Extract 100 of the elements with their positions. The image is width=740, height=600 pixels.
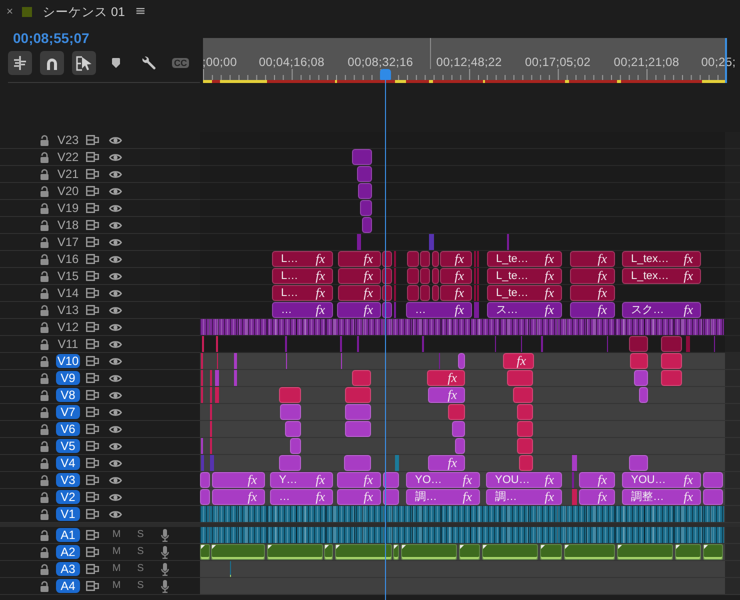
clip[interactable]: fx (570, 251, 615, 267)
clip[interactable]: fx (440, 268, 472, 284)
clip[interactable] (215, 387, 219, 403)
clip[interactable]: fx (212, 472, 265, 488)
clip[interactable]: L_te… fx (487, 285, 562, 301)
lined-box-icon[interactable] (86, 492, 99, 502)
track-label[interactable]: V20 (56, 184, 80, 198)
clip[interactable] (564, 544, 615, 560)
eye-icon[interactable] (109, 322, 122, 332)
clip[interactable]: YOU… fx (486, 472, 562, 488)
eye-icon[interactable] (109, 170, 122, 178)
lined-box-icon[interactable] (86, 475, 99, 485)
clip[interactable] (401, 544, 457, 560)
clip[interactable] (279, 387, 301, 403)
clip[interactable] (517, 404, 533, 420)
clip[interactable] (420, 268, 430, 284)
clip[interactable] (290, 438, 301, 454)
clip[interactable] (358, 183, 372, 199)
clip[interactable]: fx (570, 302, 615, 318)
lock-icon[interactable] (40, 458, 49, 468)
clip[interactable]: fx (338, 285, 381, 301)
mute-button[interactable]: M (112, 580, 121, 592)
clip[interactable]: … fx (406, 302, 472, 318)
clip[interactable]: 調… fx (406, 489, 480, 505)
solo-button[interactable]: S (136, 529, 145, 541)
track-label[interactable]: V4 (56, 456, 80, 470)
track-label[interactable]: V22 (56, 150, 80, 164)
clip[interactable]: L_te… fx (487, 268, 562, 284)
eye-icon[interactable] (109, 152, 122, 162)
track-label[interactable]: V8 (56, 388, 80, 402)
sequence-tab[interactable]: シーケンス 01 (42, 4, 125, 20)
clip[interactable]: Y… fx (270, 472, 333, 488)
eye-icon[interactable] (109, 204, 122, 212)
clip[interactable] (407, 251, 419, 267)
clip[interactable] (703, 544, 723, 560)
clip[interactable] (407, 268, 419, 284)
clip[interactable] (513, 387, 533, 403)
track-label[interactable]: V19 (56, 201, 80, 215)
clip[interactable] (661, 353, 682, 369)
clip[interactable]: fx (337, 489, 381, 505)
eye-icon[interactable] (109, 424, 122, 434)
clip[interactable]: fx (338, 268, 381, 284)
clip[interactable]: … fx (272, 302, 333, 318)
clip[interactable] (335, 544, 392, 560)
lined-box-icon[interactable] (86, 390, 99, 400)
clip[interactable] (357, 166, 372, 182)
clip[interactable]: fx (570, 268, 615, 284)
lined-box-icon[interactable] (86, 458, 99, 468)
clip[interactable] (455, 438, 465, 454)
lock-icon[interactable] (40, 304, 49, 316)
clip[interactable] (661, 336, 682, 352)
clip[interactable]: … fx (270, 489, 333, 505)
clip[interactable]: fx (570, 285, 615, 301)
lock-icon[interactable] (40, 474, 49, 486)
clip[interactable] (420, 285, 430, 301)
track-label[interactable]: V13 (56, 303, 80, 317)
track-label[interactable]: A2 (56, 545, 80, 559)
clip[interactable]: fx (338, 251, 381, 267)
eye-icon[interactable] (109, 476, 122, 484)
clip[interactable] (432, 268, 439, 284)
eye-icon[interactable] (109, 136, 122, 144)
clip[interactable] (429, 234, 434, 250)
clip[interactable] (324, 544, 333, 560)
timecode-display[interactable]: 00;08;55;07 (13, 30, 90, 46)
lined-box-icon[interactable] (86, 322, 99, 332)
clip[interactable]: fx (212, 489, 265, 505)
clip[interactable] (383, 489, 399, 505)
mute-button[interactable]: M (112, 546, 121, 558)
clip[interactable] (572, 455, 577, 471)
mute-button[interactable]: M (112, 529, 121, 541)
clip[interactable]: L… fx (272, 268, 333, 284)
lined-box-icon[interactable] (86, 547, 99, 557)
lined-box-icon[interactable] (86, 288, 99, 298)
clip[interactable] (211, 544, 265, 560)
clip[interactable] (448, 404, 465, 420)
clip[interactable] (383, 472, 399, 488)
lock-icon[interactable] (40, 254, 49, 264)
clip[interactable] (352, 370, 371, 386)
microphone-icon[interactable] (161, 528, 169, 542)
eye-icon[interactable] (109, 272, 122, 280)
track-label[interactable]: V21 (56, 167, 80, 181)
lined-box-icon[interactable] (86, 237, 99, 247)
close-button[interactable]: × (6, 6, 14, 18)
scrub-track[interactable] (203, 69, 725, 83)
clip[interactable]: fx (579, 489, 615, 505)
eye-icon[interactable] (109, 408, 122, 416)
clip[interactable]: fx (337, 302, 381, 318)
marker-icon[interactable] (112, 58, 120, 68)
eye-icon[interactable] (109, 492, 122, 502)
clip[interactable] (686, 336, 690, 352)
lock-icon[interactable] (40, 288, 49, 298)
eye-icon[interactable] (109, 306, 122, 314)
clip[interactable]: fx (440, 251, 472, 267)
lock-icon[interactable] (40, 546, 49, 558)
clip[interactable] (234, 370, 237, 386)
lock-icon[interactable] (40, 134, 49, 146)
clip[interactable] (345, 404, 371, 420)
clip[interactable] (382, 251, 392, 267)
clip[interactable] (540, 544, 562, 560)
clip[interactable]: fx (428, 455, 465, 471)
